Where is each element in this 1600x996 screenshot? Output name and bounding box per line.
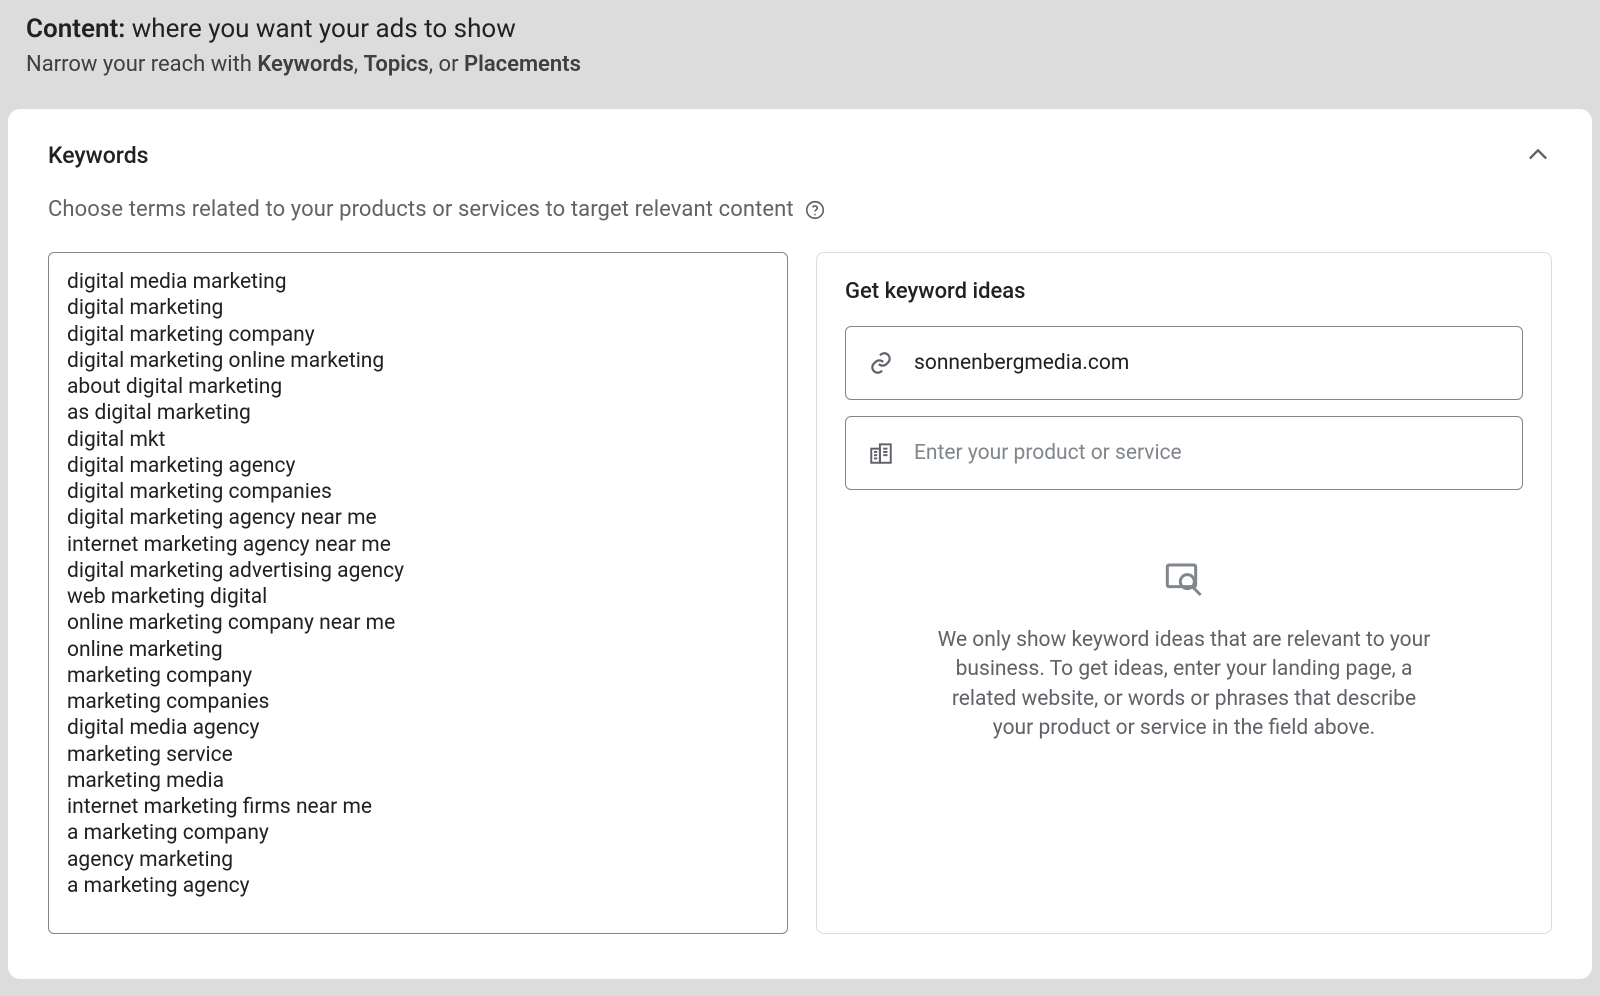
card-description: Choose terms related to your products or… bbox=[48, 197, 794, 222]
help-icon[interactable] bbox=[804, 199, 826, 221]
chevron-up-icon bbox=[1524, 141, 1552, 169]
subheader-sep2: , or bbox=[429, 52, 464, 77]
content-header-label: Content: bbox=[26, 14, 125, 44]
subheader-prefix: Narrow your reach with bbox=[26, 52, 257, 77]
subheader-sep1: , bbox=[354, 52, 364, 77]
keyword-search-icon bbox=[1164, 560, 1204, 600]
ideas-panel-title: Get keyword ideas bbox=[845, 279, 1523, 304]
product-input[interactable] bbox=[914, 441, 1500, 465]
subheader-topics: Topics bbox=[364, 52, 429, 77]
subheader-keywords: Keywords bbox=[257, 52, 353, 77]
website-input-wrap[interactable] bbox=[845, 326, 1523, 400]
collapse-toggle[interactable] bbox=[1524, 141, 1552, 169]
content-header-rest: where you want your ads to show bbox=[125, 14, 515, 44]
keywords-card: Keywords Choose terms related to your pr… bbox=[8, 109, 1592, 979]
product-input-wrap[interactable] bbox=[845, 416, 1523, 490]
subheader-placements: Placements bbox=[464, 52, 581, 77]
card-title: Keywords bbox=[48, 142, 149, 169]
building-icon bbox=[868, 440, 894, 466]
link-icon bbox=[868, 350, 894, 376]
website-input[interactable] bbox=[914, 351, 1500, 375]
keywords-input[interactable] bbox=[48, 252, 788, 934]
content-subheader: Narrow your reach with Keywords, Topics,… bbox=[26, 52, 1574, 77]
content-header: Content: where you want your ads to show bbox=[26, 14, 1574, 44]
ideas-help-text: We only show keyword ideas that are rele… bbox=[935, 626, 1433, 744]
keyword-ideas-panel: Get keyword ideas bbox=[816, 252, 1552, 934]
